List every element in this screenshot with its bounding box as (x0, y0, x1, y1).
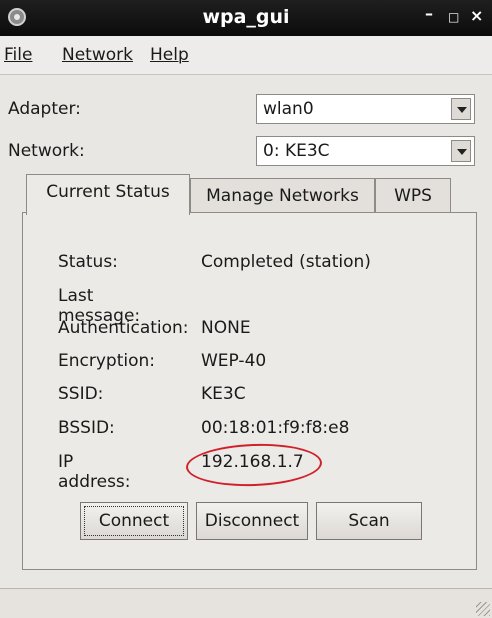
connect-button[interactable]: Connect (80, 502, 188, 540)
disconnect-button[interactable]: Disconnect (196, 502, 308, 540)
chevron-down-icon[interactable] (451, 140, 471, 162)
authentication-label: Authentication: (58, 318, 189, 338)
menu-file[interactable]: File (4, 45, 32, 65)
authentication-value: NONE (201, 318, 251, 338)
tab-label: WPS (394, 186, 432, 206)
wpa-gui-window: wpa_gui – □ × File Network Help Adapter:… (0, 0, 492, 618)
adapter-select[interactable]: wlan0 (256, 94, 475, 124)
status-value: Completed (station) (201, 252, 371, 272)
tab-wps[interactable]: WPS (375, 178, 451, 214)
maximize-icon[interactable]: □ (448, 10, 459, 24)
close-icon[interactable]: × (470, 6, 483, 25)
menu-network[interactable]: Network (62, 45, 133, 65)
menu-bar: File Network Help (0, 36, 492, 75)
tab-current-status[interactable]: Current Status (26, 174, 190, 215)
chevron-down-icon[interactable] (451, 98, 471, 120)
ssid-value: KE3C (201, 384, 246, 404)
status-label: Status: (58, 252, 118, 272)
title-bar[interactable]: wpa_gui – □ × (0, 0, 492, 36)
status-bar (0, 588, 492, 618)
menu-help[interactable]: Help (150, 45, 189, 65)
tab-manage-networks[interactable]: Manage Networks (190, 178, 375, 214)
network-value: 0: KE3C (263, 141, 330, 161)
encryption-label: Encryption: (58, 351, 155, 371)
resize-grip-icon[interactable] (476, 602, 490, 616)
tab-label: Current Status (46, 182, 170, 202)
encryption-value: WEP-40 (201, 351, 267, 371)
adapter-label: Adapter: (8, 99, 81, 119)
ssid-label: SSID: (58, 384, 104, 404)
tab-label: Manage Networks (206, 186, 359, 206)
bssid-value: 00:18:01:f9:f8:e8 (201, 418, 350, 438)
network-select[interactable]: 0: KE3C (256, 136, 475, 166)
scan-button[interactable]: Scan (316, 502, 422, 540)
window-title: wpa_gui (202, 6, 290, 28)
bssid-label: BSSID: (58, 418, 115, 438)
minimize-icon[interactable]: – (425, 4, 433, 23)
adapter-value: wlan0 (263, 99, 314, 119)
network-label: Network: (8, 141, 85, 161)
ip-address-label: IP address: (58, 452, 131, 492)
